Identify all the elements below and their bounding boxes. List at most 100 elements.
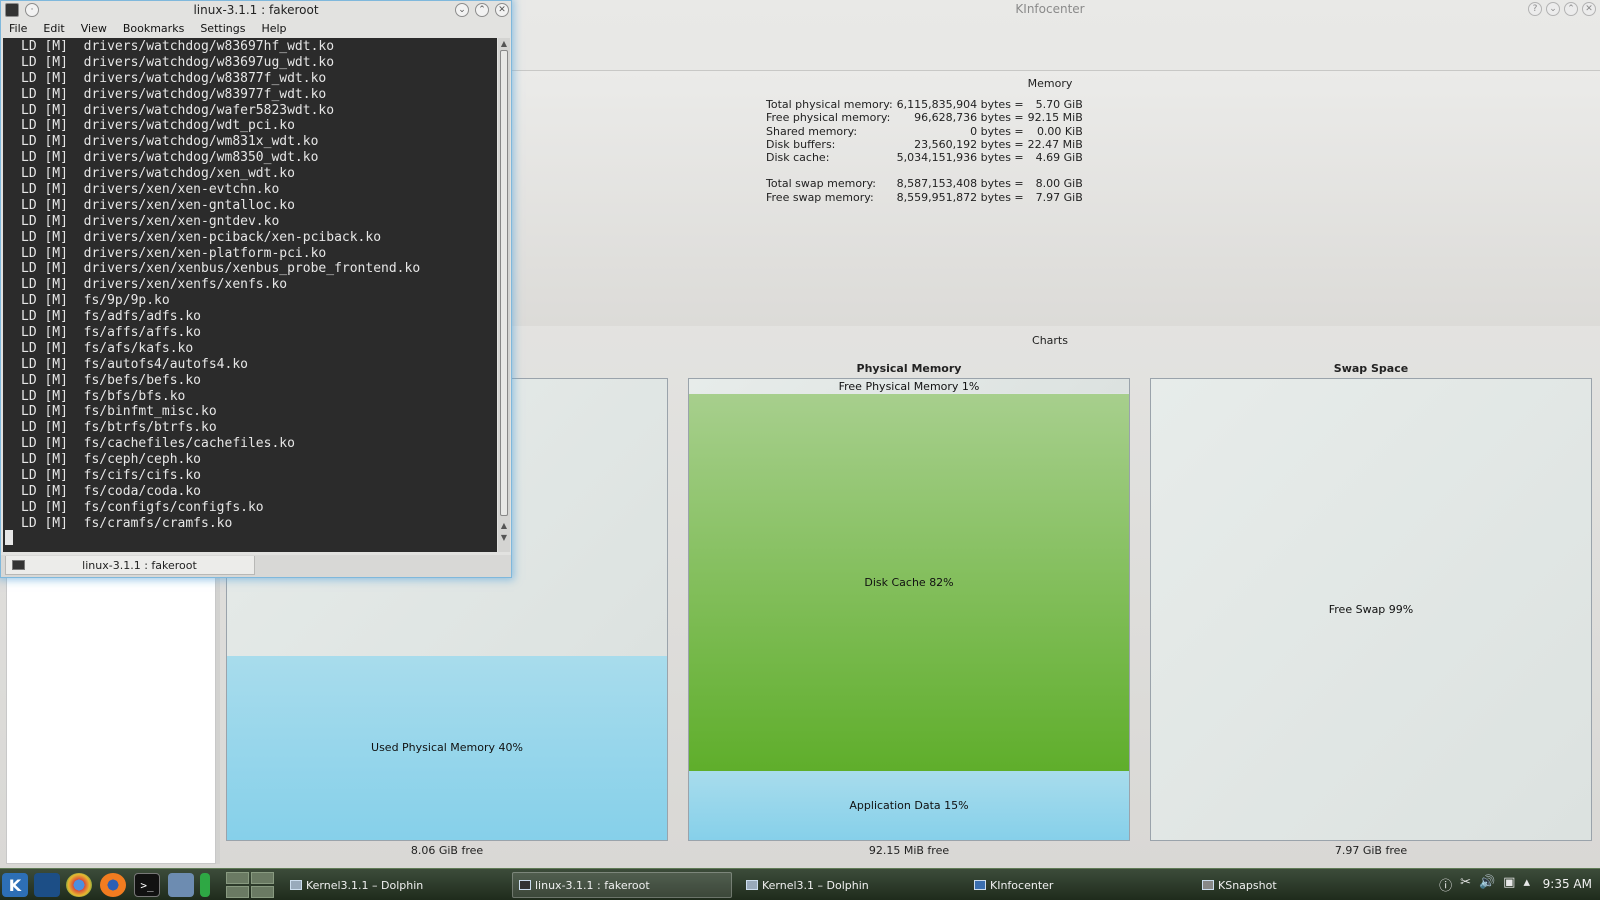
scroll-up-icon[interactable]: ▲ [498,520,510,532]
dolphin-icon [746,880,758,890]
file-manager-icon[interactable] [168,873,194,897]
konsole-titlebar[interactable]: · linux-3.1.1 : fakeroot ⌄ ⌃ ✕ [1,1,511,19]
terminal-line: LD [M] fs/cramfs/cramfs.ko [21,515,233,531]
terminal-scrollbar[interactable]: ▲ ▲ ▼ [498,38,510,552]
total-used-label: Used Physical Memory 40% [371,741,523,755]
task-ksnapshot[interactable]: KSnapshot [1196,872,1416,898]
pager-desktop[interactable] [226,872,249,884]
task-label: Kernel3.1.1 – Dolphin [306,878,424,892]
close-button[interactable]: ✕ [1582,2,1596,16]
terminal-line: LD [M] fs/binfmt_misc.ko [21,404,217,420]
module-list[interactable] [6,568,216,864]
physical-memory-chart: Free Physical Memory 1% Disk Cache 82% A… [688,378,1130,841]
terminal-line: LD [M] fs/configfs/configfs.ko [21,499,264,515]
dolphin-icon [290,880,302,890]
terminal-line: LD [M] drivers/xen/xenbus/xenbus_probe_f… [21,261,421,277]
total-free-caption: 8.06 GiB free [410,844,484,857]
swap-row: Total swap memory: 8,587,153,408 bytes = 8… [766,177,1083,191]
terminal-output[interactable]: LD [M] drivers/watchdog/w83697hf_wdt.ko … [3,38,497,552]
total-used-segment: Used Physical Memory 40% [227,655,667,840]
terminal-icon [519,880,531,890]
memory-row: Disk buffers: 23,560,192 bytes = 22.47 MiB [766,137,1083,151]
pager-desktop[interactable] [226,886,249,898]
physical-free-segment: Free Physical Memory 1% [689,379,1129,393]
task-kinfocenter[interactable]: KInfocenter [968,872,1188,898]
menu-bookmarks[interactable]: Bookmarks [115,21,192,37]
terminal-icon [12,560,25,570]
terminal-line: LD [M] drivers/xen/xen-platform-pci.ko [21,245,327,261]
memory-spacer [764,164,1085,177]
terminal-line: LD [M] drivers/watchdog/xen_wdt.ko [21,166,295,182]
ksnapshot-icon [1202,880,1214,890]
application-data-segment: Application Data 15% [689,771,1129,840]
task-dolphin-kernel31[interactable]: Kernel3.1 – Dolphin [740,872,960,898]
terminal-line: LD [M] fs/adfs/adfs.ko [21,309,202,325]
swap-space-chart: Free Swap 99% [1150,378,1592,841]
minimize-button[interactable]: ⌄ [1546,2,1560,16]
task-dolphin-kernel311[interactable]: Kernel3.1.1 – Dolphin [284,872,504,898]
konsole-tab[interactable]: linux-3.1.1 : fakeroot [5,556,255,575]
menu-settings[interactable]: Settings [192,21,253,37]
show-desktop-icon[interactable] [34,873,60,897]
menu-edit[interactable]: Edit [35,21,72,37]
system-monitor-icon[interactable] [200,873,210,897]
terminal-line: LD [M] fs/ceph/ceph.ko [21,452,202,468]
terminal-line: LD [M] drivers/xen/xen-gntalloc.ko [21,197,295,213]
terminal-line: LD [M] drivers/watchdog/wdt_pci.ko [21,118,295,134]
free-swap-label: Free Swap 99% [1328,603,1414,616]
task-konsole[interactable]: linux-3.1.1 : fakeroot [512,872,732,898]
scrollbar-thumb[interactable] [500,50,508,516]
minimize-icon[interactable]: ⌄ [455,3,469,17]
terminal-line: LD [M] fs/coda/coda.ko [21,483,202,499]
clock[interactable]: 9:35 AM [1543,877,1592,891]
terminal-line: LD [M] drivers/xen/xen-pciback/xen-pciba… [21,229,382,245]
scroll-down-icon[interactable]: ▼ [498,532,510,544]
memory-heading: Memory [1027,77,1073,90]
task-label: KSnapshot [1218,878,1277,892]
terminal-line: LD [M] fs/affs/affs.ko [21,325,202,341]
terminal-line: LD [M] fs/cifs/cifs.ko [21,468,202,484]
maximize-button[interactable]: ⌃ [1564,2,1578,16]
disk-cache-segment: Disk Cache 82% [689,394,1129,771]
kinfocenter-icon [974,880,986,890]
tab-label: linux-3.1.1 : fakeroot [82,558,197,572]
konsole-menubar: File Edit View Bookmarks Settings Help [1,21,295,37]
pager-desktop[interactable] [251,872,274,884]
tools-icon[interactable]: ✂ [1460,875,1471,894]
task-label: Kernel3.1 – Dolphin [762,878,869,892]
volume-icon[interactable]: 🔊 [1479,875,1495,894]
info-icon[interactable]: ⓘ [1439,875,1452,894]
task-label: KInfocenter [990,878,1054,892]
scroll-up-icon[interactable]: ▲ [498,38,510,50]
kinfocenter-title: KInfocenter [1015,2,1085,16]
tray-expand-icon[interactable]: ▴ [1523,875,1530,894]
help-button[interactable]: ? [1528,2,1542,16]
terminal-lines: LD [M] drivers/watchdog/w83697hf_wdt.ko … [21,39,420,532]
maximize-icon[interactable]: ⌃ [475,3,489,17]
desktop-pager[interactable] [226,872,274,898]
close-icon[interactable]: ✕ [495,3,509,17]
terminal-cursor [5,530,13,545]
system-tray: ⓘ ✂ 🔊 ▣ ▴ [1439,875,1530,894]
terminal-line: LD [M] fs/btrfs/btrfs.ko [21,420,217,436]
taskbar: K >_ Kernel3.1.1 – Dolphin linux-3.1.1 :… [0,868,1600,900]
konsole-title: linux-3.1.1 : fakeroot [193,3,319,17]
memory-table: Total physical memory: 6,115,835,904 byte… [764,98,1085,204]
task-label: linux-3.1.1 : fakeroot [535,878,650,892]
physical-memory-title: Physical Memory [856,362,962,375]
menu-view[interactable]: View [73,21,115,37]
memory-row: Disk cache: 5,034,151,936 bytes = 4.69 GiB [766,151,1083,165]
kickoff-menu-icon[interactable]: K [2,873,28,897]
terminal-launcher-icon[interactable]: >_ [134,873,160,897]
terminal-line: LD [M] drivers/watchdog/wm831x_wdt.ko [21,134,319,150]
menu-help[interactable]: Help [253,21,294,37]
pager-desktop[interactable] [251,886,274,898]
konsole-tabbar: linux-3.1.1 : fakeroot [1,555,511,577]
terminal-line: LD [M] fs/cachefiles/cachefiles.ko [21,436,295,452]
firefox-icon[interactable] [100,873,126,897]
swap-space-title: Swap Space [1333,362,1409,375]
menu-file[interactable]: File [1,21,35,37]
network-icon[interactable]: ▣ [1503,875,1515,894]
chrome-icon[interactable] [66,873,92,897]
swap-row: Free swap memory: 8,559,951,872 bytes = 7.… [766,190,1083,204]
